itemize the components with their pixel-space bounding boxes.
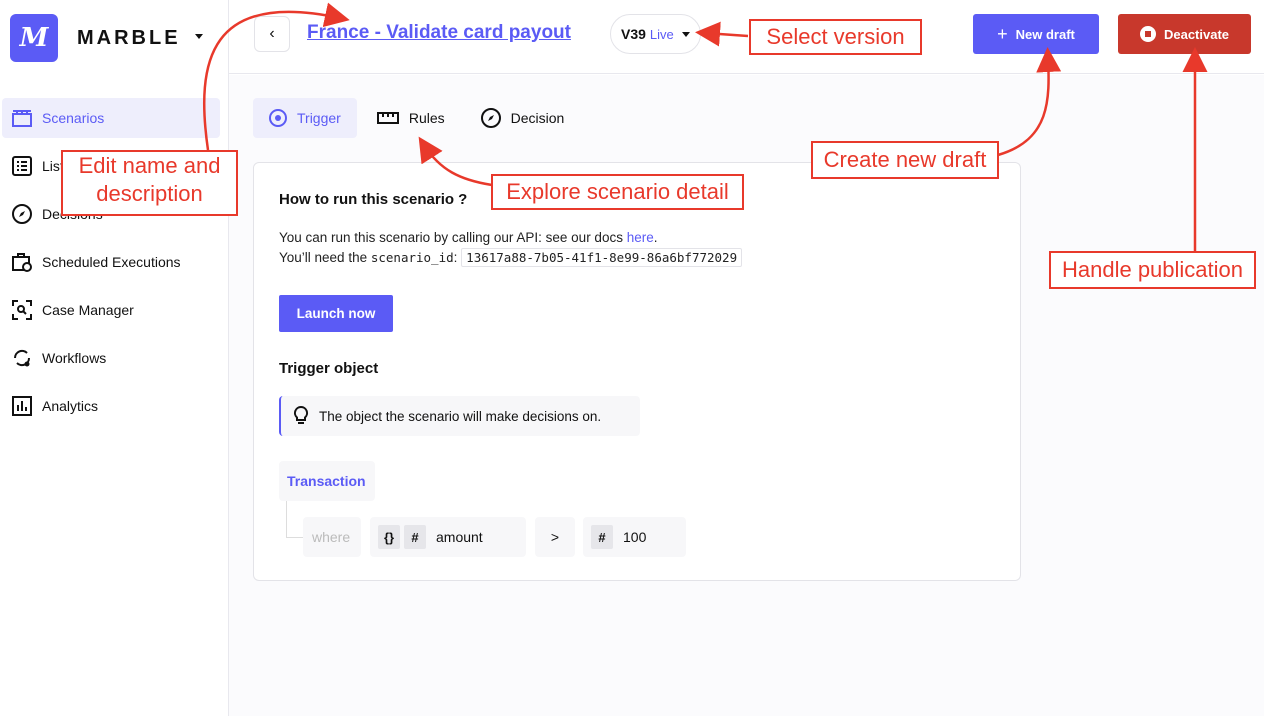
how-to-run-heading: How to run this scenario ? [279,191,468,208]
trigger-card: How to run this scenario ? You can run t… [253,162,1021,581]
scenario-id-line: You’ll need the scenario_id: 13617a88-7b… [279,248,743,267]
tab-label: Decision [510,110,565,126]
annotation-create-draft: Create new draft [811,141,999,179]
text: . [653,230,658,245]
annotation-explore-detail: Explore scenario detail [491,174,744,210]
ruler-icon [376,112,399,124]
annotation-handle-publication: Handle publication [1049,251,1256,289]
field-name: amount [436,529,483,545]
trigger-object-heading: Trigger object [279,360,379,377]
sidebar-item-label: Case Manager [42,302,134,318]
sidebar-item-label: Scheduled Executions [42,254,181,270]
value-operand[interactable]: #100 [583,517,686,557]
operator[interactable]: > [535,517,575,557]
value: 100 [623,529,647,545]
lightbulb-icon [293,406,309,426]
trigger-object-chip[interactable]: Transaction [279,461,375,501]
tab-rules[interactable]: Rules [361,98,461,138]
stop-icon [1139,26,1156,42]
sidebar-item-analytics[interactable]: Analytics [2,386,220,426]
version-selector[interactable]: V39 Live [610,14,701,54]
tab-label: Trigger [297,110,341,126]
text: You can run this scenario by calling our… [279,230,627,245]
marble-logo[interactable]: M [10,14,58,62]
sidebar: M MARBLE Scenarios Lists Decisions Sched… [0,0,229,716]
tabs: Trigger Rules Decision [253,98,584,138]
api-instructions: You can run this scenario by calling our… [279,230,658,245]
where-label: where [303,517,361,557]
chevron-down-icon[interactable] [195,34,203,39]
annotation-select-version: Select version [749,19,922,55]
search-case-icon [12,300,32,320]
sidebar-nav: Scenarios Lists Decisions Scheduled Exec… [2,98,220,434]
chart-icon [12,396,32,416]
launch-now-button[interactable]: Launch now [279,295,393,332]
new-draft-label: New draft [1015,26,1075,42]
compass-icon [12,204,32,224]
tab-label: Rules [408,110,445,126]
chevron-left-icon: ‹ [269,25,275,42]
sidebar-item-scheduled-executions[interactable]: Scheduled Executions [2,242,220,282]
main-content: Trigger Rules Decision How to run this s… [229,75,1264,716]
sidebar-item-case-manager[interactable]: Case Manager [2,290,220,330]
deactivate-label: Deactivate [1163,26,1230,42]
header: ‹ France - Validate card payout V39 Live … [229,0,1264,74]
compass-icon [480,108,501,128]
annotation-edit-name: Edit name and description [61,150,238,216]
version-number: V39 [621,26,646,42]
text: You’ll need the [279,250,371,265]
sidebar-item-label: Scenarios [42,110,105,126]
chevron-down-icon [681,31,690,37]
briefcase-clock-icon [12,252,32,272]
sidebar-item-scenarios[interactable]: Scenarios [2,98,220,138]
sidebar-item-label: Workflows [42,350,107,366]
sidebar-item-workflows[interactable]: Workflows [2,338,220,378]
brand-name[interactable]: MARBLE [77,27,181,50]
back-button[interactable]: ‹ [254,16,290,52]
scenario-title[interactable]: France - Validate card payout [307,22,571,44]
code-label: scenario_id [370,250,454,265]
callout-text: The object the scenario will make decisi… [319,408,602,424]
number-icon: # [591,525,613,549]
workflow-icon [12,348,32,368]
docs-link[interactable]: here [627,230,654,245]
clapperboard-icon [12,108,32,128]
text: : [453,250,458,265]
plus-icon: + [997,23,1008,44]
info-callout: The object the scenario will make decisi… [279,396,640,436]
tab-decision[interactable]: Decision [465,98,581,138]
number-icon: # [404,525,426,549]
object-icon: {} [378,525,400,549]
tab-trigger[interactable]: Trigger [253,98,357,138]
new-draft-button[interactable]: + New draft [973,14,1099,54]
version-status: Live [649,26,674,42]
target-icon [269,109,287,127]
scenario-id[interactable]: 13617a88-7b05-41f1-8e99-86a6bf772029 [461,248,743,267]
field-operand[interactable]: {} # amount [370,517,526,557]
sidebar-item-label: Analytics [42,398,99,414]
tree-connector [286,501,303,538]
deactivate-button[interactable]: Deactivate [1118,14,1251,54]
list-icon [12,156,32,176]
